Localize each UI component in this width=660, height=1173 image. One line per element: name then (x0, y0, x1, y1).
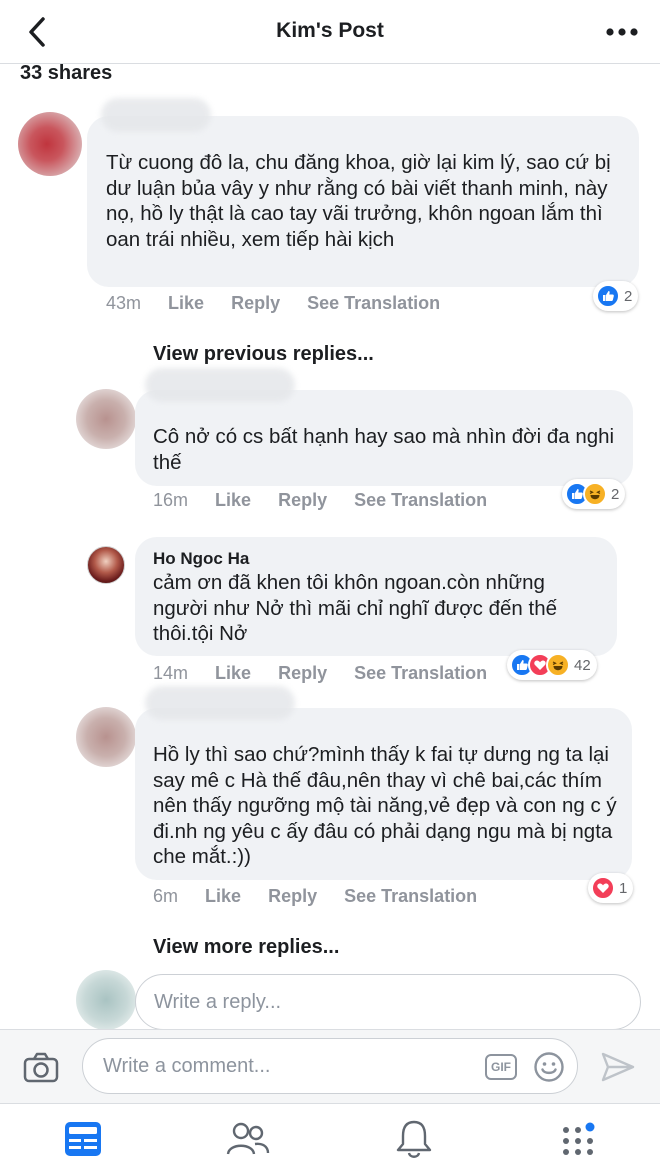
reply-meta: 16m Like Reply See Translation (153, 490, 509, 511)
reply-text: Cô nở có cs bất hạnh hay sao mà nhìn đời… (153, 425, 615, 474)
avatar (76, 970, 136, 1030)
like-button[interactable]: Like (215, 490, 251, 510)
comment-input-box[interactable]: GIF (82, 1038, 578, 1094)
reaction-count: 1 (619, 879, 628, 897)
reaction-count: 2 (624, 287, 633, 305)
reply-input[interactable] (136, 975, 640, 1029)
reply-time[interactable]: 6m (153, 886, 178, 906)
page-title: Kim's Post (276, 19, 384, 42)
bottom-tab-bar (0, 1103, 660, 1173)
avatar[interactable] (76, 389, 136, 449)
see-translation-button[interactable]: See Translation (354, 490, 487, 510)
reply-meta: 6m Like Reply See Translation (153, 886, 499, 907)
comment-bubble: Từ cuong đô la, chu đăng khoa, giờ lại k… (87, 98, 639, 287)
reaction-summary[interactable]: 1 (588, 873, 634, 903)
more-dots-icon (606, 28, 638, 36)
post-header: Kim's Post (0, 0, 660, 64)
send-icon (601, 1052, 635, 1082)
send-button[interactable] (600, 1050, 636, 1084)
comment-input[interactable] (83, 1039, 473, 1093)
reply-button[interactable]: Reply (268, 886, 317, 906)
reply-time[interactable]: 14m (153, 663, 188, 683)
reaction-count: 2 (611, 485, 620, 503)
avatar[interactable] (76, 707, 136, 767)
reply-input-box[interactable] (135, 974, 641, 1030)
shares-count[interactable]: 33 shares (20, 62, 112, 85)
smiley-icon (534, 1052, 564, 1082)
gif-button[interactable]: GIF (485, 1054, 517, 1080)
avatar[interactable] (87, 546, 125, 584)
reply-time[interactable]: 16m (153, 490, 188, 510)
reaction-summary[interactable]: 2 (562, 479, 626, 509)
menu-icon (563, 1122, 595, 1155)
emoji-button[interactable] (533, 1051, 565, 1083)
blurred-author-name (145, 686, 295, 720)
reaction-count: 42 (574, 656, 591, 674)
see-translation-button[interactable]: See Translation (307, 293, 440, 313)
haha-reaction-icon (546, 653, 570, 677)
notifications-icon (396, 1120, 432, 1158)
reply-text: Hồ ly thì sao chứ?mình thấy k fai tự dưn… (153, 743, 617, 869)
avatar[interactable] (18, 112, 82, 176)
comment-composer: GIF (0, 1029, 660, 1103)
reply-button[interactable]: Reply (278, 663, 327, 683)
view-more-replies-link[interactable]: View more replies... (153, 936, 339, 959)
reply-bubble: Hồ ly thì sao chứ?mình thấy k fai tự dưn… (135, 686, 632, 880)
tab-news-feed[interactable] (61, 1118, 105, 1160)
camera-button[interactable] (22, 1051, 60, 1085)
reply-button[interactable]: Reply (231, 293, 280, 313)
like-button[interactable]: Like (215, 663, 251, 683)
reaction-summary[interactable]: 2 (593, 281, 639, 311)
tab-menu[interactable] (556, 1118, 600, 1160)
reply-meta: 14m Like Reply See Translation (153, 663, 509, 684)
blurred-author-name (101, 98, 211, 132)
love-reaction-icon (591, 876, 615, 900)
comment-meta: 43m Like Reply See Translation (106, 293, 462, 314)
like-button[interactable]: Like (168, 293, 204, 313)
more-options-button[interactable] (602, 20, 642, 44)
see-translation-button[interactable]: See Translation (354, 663, 487, 683)
like-reaction-icon (596, 284, 620, 308)
view-previous-replies-link[interactable]: View previous replies... (153, 343, 374, 366)
reply-author[interactable]: Ho Ngoc Ha (153, 549, 249, 569)
reply-button[interactable]: Reply (278, 490, 327, 510)
camera-icon (23, 1052, 59, 1083)
like-button[interactable]: Like (205, 886, 241, 906)
reply-text: cảm ơn đã khen tôi khôn ngoan.còn những … (153, 571, 558, 646)
friends-icon (226, 1122, 270, 1155)
comment-time[interactable]: 43m (106, 293, 141, 313)
reaction-summary[interactable]: 42 (507, 650, 597, 680)
see-translation-button[interactable]: See Translation (344, 886, 477, 906)
tab-friends[interactable] (226, 1118, 270, 1160)
reply-bubble: Cô nở có cs bất hạnh hay sao mà nhìn đời… (135, 368, 633, 486)
reply-bubble: Ho Ngoc Ha cảm ơn đã khen tôi khôn ngoan… (135, 537, 617, 656)
news-feed-icon (65, 1122, 101, 1156)
blurred-author-name (145, 368, 295, 402)
comment-text: Từ cuong đô la, chu đăng khoa, giờ lại k… (106, 151, 611, 251)
tab-notifications[interactable] (392, 1118, 436, 1160)
haha-reaction-icon (583, 482, 607, 506)
